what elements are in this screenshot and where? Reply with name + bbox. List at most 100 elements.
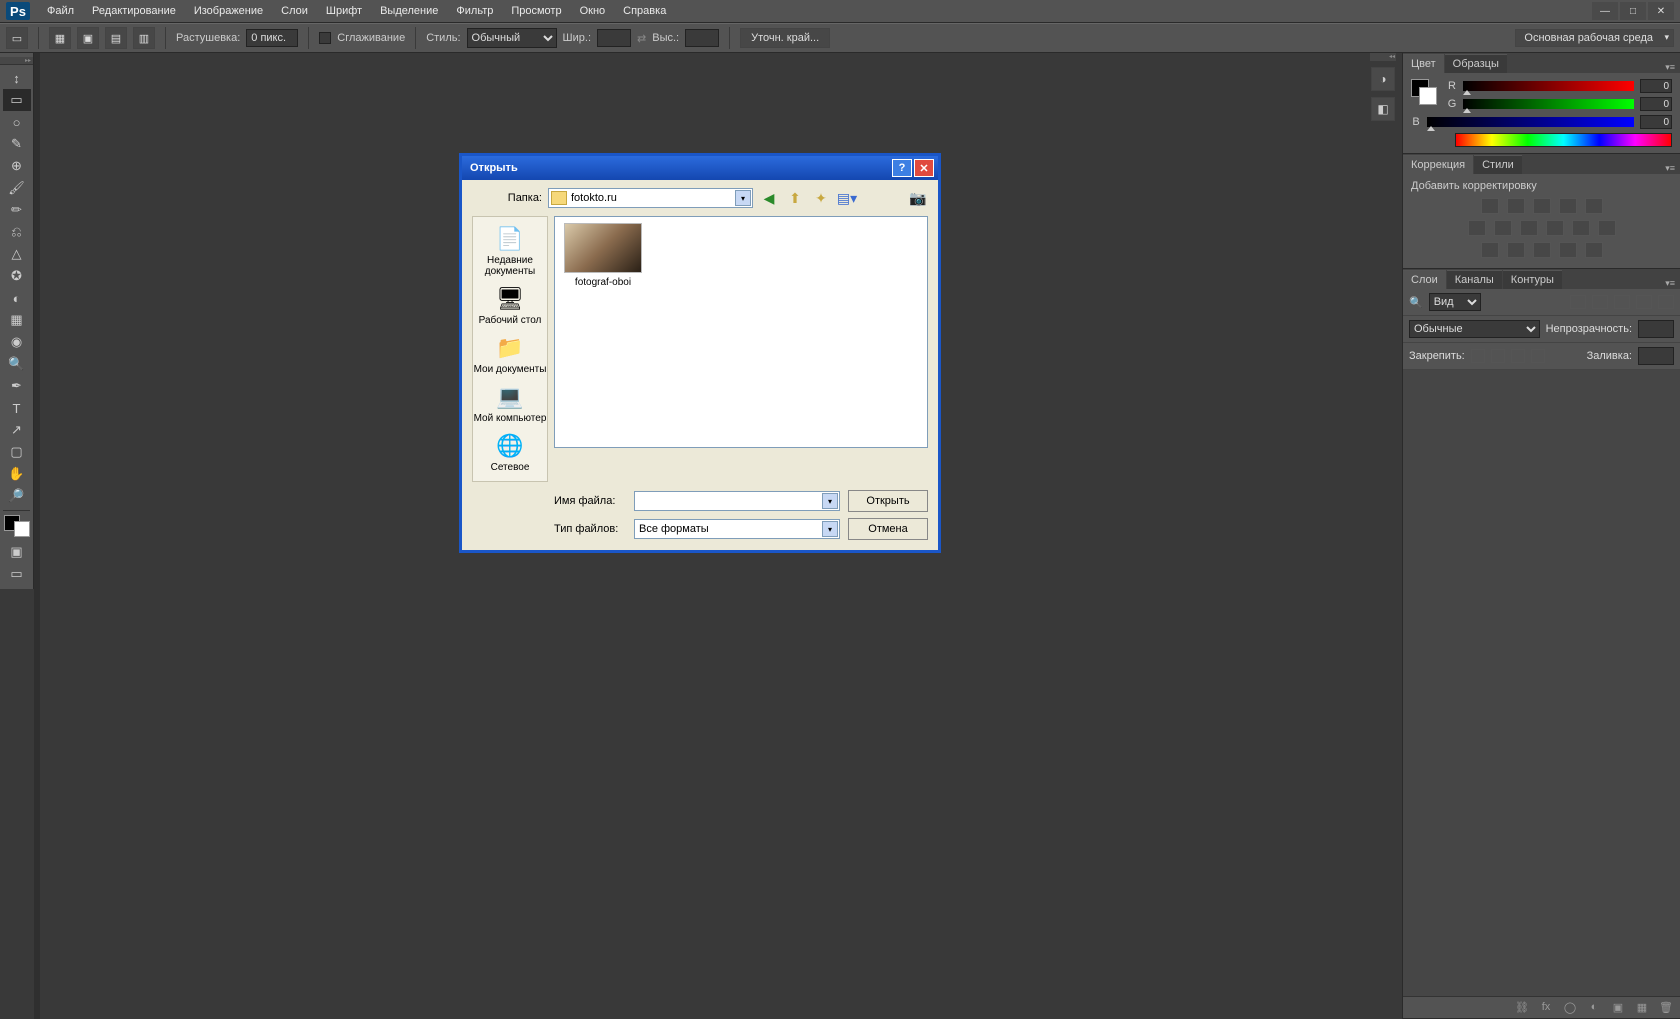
spectrum-bar[interactable] <box>1455 133 1672 147</box>
tool-eraser[interactable]: ◐ <box>3 287 31 309</box>
tool-lasso[interactable]: ○ <box>3 111 31 133</box>
place-desktop[interactable]: 🖥Рабочий стол <box>479 283 542 328</box>
adj-channelmixer-icon[interactable] <box>1572 220 1590 236</box>
tool-type[interactable]: T <box>3 397 31 419</box>
toolbox-collapse-handle[interactable] <box>0 57 33 65</box>
selection-add-icon[interactable]: ▣ <box>77 27 99 49</box>
tool-clone[interactable]: △ <box>3 243 31 265</box>
tool-gradient[interactable]: ▦ <box>3 309 31 331</box>
filter-smart-icon[interactable] <box>1658 295 1674 309</box>
tool-quickmask[interactable]: ▣ <box>3 541 31 563</box>
selection-sub-icon[interactable]: ▤ <box>105 27 127 49</box>
color-panel-swatch[interactable] <box>1411 79 1437 105</box>
layers-panel-menu-icon[interactable]: ▾≡ <box>1660 278 1680 289</box>
blend-mode-select[interactable]: Обычные <box>1409 320 1540 338</box>
menu-layers[interactable]: Слои <box>272 2 317 20</box>
b-slider[interactable] <box>1427 117 1634 127</box>
workspace-dropdown[interactable]: Основная рабочая среда <box>1515 29 1674 47</box>
filter-shape-icon[interactable] <box>1636 295 1652 309</box>
chevron-down-icon[interactable]: ▾ <box>735 190 751 206</box>
opacity-input[interactable] <box>1638 320 1674 338</box>
tool-eyedropper[interactable]: 🖌 <box>3 177 31 199</box>
place-documents[interactable]: 📁Мои документы <box>474 332 547 377</box>
g-slider[interactable] <box>1463 99 1634 109</box>
window-maximize[interactable]: □ <box>1620 2 1646 20</box>
new-layer-icon[interactable]: ▦ <box>1634 1001 1650 1015</box>
chevron-down-icon[interactable]: ▾ <box>822 521 838 537</box>
r-slider[interactable] <box>1463 81 1634 91</box>
menu-edit[interactable]: Редактирование <box>83 2 185 20</box>
filter-adjust-icon[interactable] <box>1592 295 1608 309</box>
adj-curves-icon[interactable] <box>1533 198 1551 214</box>
style-select[interactable]: Обычный <box>467 28 557 48</box>
tool-hand[interactable]: ✋ <box>3 463 31 485</box>
mask-icon[interactable]: ◯ <box>1562 1001 1578 1015</box>
layer-filter-select[interactable]: Вид <box>1429 293 1481 311</box>
window-close[interactable]: ✕ <box>1648 2 1674 20</box>
adj-threshold-icon[interactable] <box>1533 242 1551 258</box>
properties-panel-icon[interactable]: ◧ <box>1371 97 1395 121</box>
tool-history-brush[interactable]: ✪ <box>3 265 31 287</box>
background-swatch[interactable] <box>14 521 30 537</box>
menu-type[interactable]: Шрифт <box>317 2 371 20</box>
search-icon[interactable]: 🔍 <box>1409 296 1423 309</box>
antialias-checkbox[interactable] <box>319 32 331 44</box>
dialog-titlebar[interactable]: Открыть ? ✕ <box>462 156 938 180</box>
color-swatch[interactable] <box>4 515 30 537</box>
adj-brightness-icon[interactable] <box>1481 198 1499 214</box>
tool-brush[interactable]: ⎌ <box>3 221 31 243</box>
tool-preset-icon[interactable]: ▭ <box>6 27 28 49</box>
tab-adjustments[interactable]: Коррекция <box>1403 155 1473 174</box>
link-layers-icon[interactable]: ⛓ <box>1514 1001 1530 1015</box>
tool-zoom[interactable]: 🔎 <box>3 485 31 507</box>
delete-layer-icon[interactable]: 🗑 <box>1658 1001 1674 1015</box>
nav-views-icon[interactable]: ▤▾ <box>837 188 857 208</box>
tool-pen[interactable]: ✒ <box>3 375 31 397</box>
adj-gradientmap-icon[interactable] <box>1559 242 1577 258</box>
tool-path-select[interactable]: ↗ <box>3 419 31 441</box>
place-computer[interactable]: 💻Мой компьютер <box>474 381 547 426</box>
tool-shape[interactable]: ▢ <box>3 441 31 463</box>
nav-back-icon[interactable]: ◀ <box>759 188 779 208</box>
file-list[interactable]: fotograf-oboi <box>554 216 928 448</box>
adj-levels-icon[interactable] <box>1507 198 1525 214</box>
adj-posterize-icon[interactable] <box>1507 242 1525 258</box>
selection-intersect-icon[interactable]: ▥ <box>133 27 155 49</box>
fill-input[interactable] <box>1638 347 1674 365</box>
menu-select[interactable]: Выделение <box>371 2 447 20</box>
tab-swatches[interactable]: Образцы <box>1445 54 1507 73</box>
tab-channels[interactable]: Каналы <box>1447 270 1502 289</box>
layers-list[interactable] <box>1403 370 1680 996</box>
filter-pixel-icon[interactable] <box>1570 295 1586 309</box>
b-value[interactable] <box>1640 115 1672 129</box>
window-minimize[interactable]: — <box>1592 2 1618 20</box>
color-panel-menu-icon[interactable]: ▾≡ <box>1660 62 1680 73</box>
adj-vibrance-icon[interactable] <box>1585 198 1603 214</box>
folder-combobox[interactable]: fotokto.ru ▾ <box>548 188 753 208</box>
tool-marquee[interactable]: ▭ <box>3 89 31 111</box>
swap-icon[interactable]: ⇄ <box>637 32 646 45</box>
dialog-close-button[interactable]: ✕ <box>914 159 934 177</box>
g-value[interactable] <box>1640 97 1672 111</box>
menu-image[interactable]: Изображение <box>185 2 272 20</box>
tab-styles[interactable]: Стили <box>1474 155 1522 174</box>
place-recent[interactable]: 📄Недавние документы <box>473 223 547 279</box>
tool-magic-wand[interactable]: ✎ <box>3 133 31 155</box>
selection-new-icon[interactable]: ▦ <box>49 27 71 49</box>
adj-bw-icon[interactable] <box>1520 220 1538 236</box>
menu-file[interactable]: Файл <box>38 2 83 20</box>
tab-paths[interactable]: Контуры <box>1503 270 1562 289</box>
lock-pixels-icon[interactable] <box>1491 349 1505 363</box>
adj-colorlookup-icon[interactable] <box>1598 220 1616 236</box>
tool-move[interactable]: ↕ <box>3 67 31 89</box>
filename-combobox[interactable]: ▾ <box>634 491 840 511</box>
tool-healing[interactable]: ✏ <box>3 199 31 221</box>
menu-view[interactable]: Просмотр <box>502 2 570 20</box>
menu-help[interactable]: Справка <box>614 2 675 20</box>
fx-icon[interactable]: fx <box>1538 1001 1554 1015</box>
adjustments-panel-menu-icon[interactable]: ▾≡ <box>1660 163 1680 174</box>
nav-camera-icon[interactable]: 📷 <box>908 188 928 208</box>
adj-colorbalance-icon[interactable] <box>1494 220 1512 236</box>
file-item[interactable]: fotograf-oboi <box>561 223 645 288</box>
refine-edge-button[interactable]: Уточн. край... <box>740 28 830 48</box>
